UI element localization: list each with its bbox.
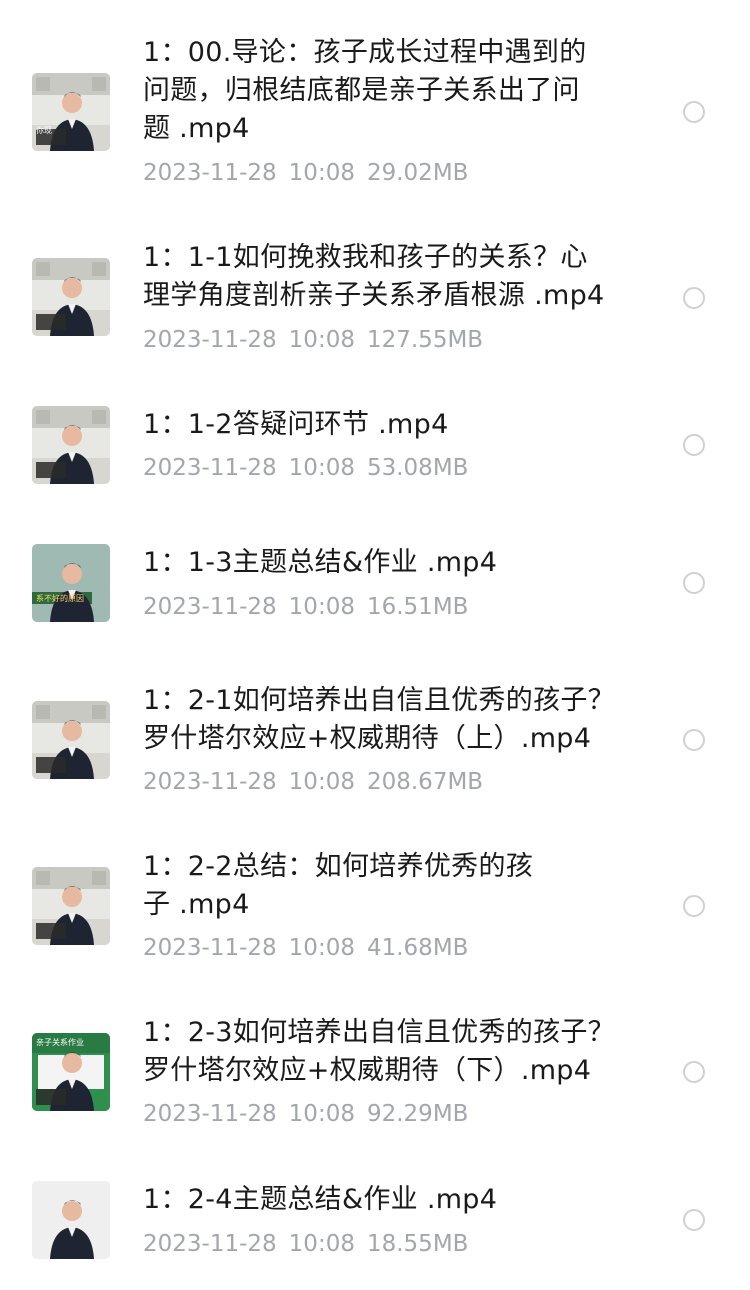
file-time: 10:08	[288, 1101, 355, 1127]
select-radio[interactable]	[683, 729, 705, 751]
file-size: 208.67MB	[366, 769, 484, 795]
file-meta: 2023-11-28 10:08 29.02MB	[143, 158, 468, 188]
file-time: 10:08	[288, 327, 355, 353]
file-time: 10:08	[288, 594, 355, 620]
file-meta: 2023-11-28 10:08 92.29MB	[143, 1099, 468, 1129]
thumbnail-caption: 系不好的原因	[36, 594, 84, 603]
file-size: 16.51MB	[366, 594, 469, 620]
file-name[interactable]: 1：2-1如何培养出自信且优秀的孩子？ 罗什塔尔效应+权威期待（上）.mp4	[143, 682, 643, 758]
file-date: 2023-11-28	[143, 1101, 277, 1127]
video-thumbnail[interactable]	[32, 701, 110, 779]
file-size: 92.29MB	[366, 1101, 469, 1127]
file-date: 2023-11-28	[143, 769, 277, 795]
file-name[interactable]: 1：1-2答疑问环节 .mp4	[143, 406, 643, 444]
file-time: 10:08	[288, 455, 355, 481]
video-thumbnail[interactable]	[32, 258, 110, 336]
select-radio[interactable]	[683, 101, 705, 123]
file-size: 18.55MB	[366, 1231, 469, 1257]
file-meta: 2023-11-28 10:08 41.68MB	[143, 933, 468, 963]
video-thumbnail[interactable]	[32, 1181, 110, 1259]
select-radio[interactable]	[683, 572, 705, 594]
file-date: 2023-11-28	[143, 327, 277, 353]
file-name[interactable]: 1：00.导论：孩子成长过程中遇到的 问题，归根结底都是亲子关系出了问 题 .m…	[143, 34, 643, 148]
file-meta: 2023-11-28 10:08 208.67MB	[143, 767, 483, 797]
video-thumbnail[interactable]	[32, 406, 110, 484]
file-time: 10:08	[288, 160, 355, 186]
file-name[interactable]: 1：1-1如何挽救我和孩子的关系？心 理学角度剖析亲子关系矛盾根源 .mp4	[143, 239, 643, 315]
file-date: 2023-11-28	[143, 455, 277, 481]
file-meta: 2023-11-28 10:08 127.55MB	[143, 325, 483, 355]
file-name[interactable]: 1：2-2总结：如何培养优秀的孩 子 .mp4	[143, 848, 643, 924]
file-meta: 2023-11-28 10:08 16.51MB	[143, 592, 468, 622]
select-radio[interactable]	[683, 287, 705, 309]
file-size: 29.02MB	[366, 160, 469, 186]
video-thumbnail[interactable]	[32, 867, 110, 945]
select-radio[interactable]	[683, 1209, 705, 1231]
file-date: 2023-11-28	[143, 594, 277, 620]
file-name[interactable]: 1：1-3主题总结&作业 .mp4	[143, 544, 643, 582]
file-name[interactable]: 1：2-4主题总结&作业 .mp4	[143, 1181, 643, 1219]
video-thumbnail[interactable]: 系不好的原因	[32, 544, 110, 622]
file-meta: 2023-11-28 10:08 53.08MB	[143, 453, 468, 483]
video-thumbnail[interactable]: 你现	[32, 73, 110, 151]
file-time: 10:08	[288, 935, 355, 961]
file-date: 2023-11-28	[143, 160, 277, 186]
file-size: 53.08MB	[366, 455, 469, 481]
file-time: 10:08	[288, 1231, 355, 1257]
file-time: 10:08	[288, 769, 355, 795]
select-radio[interactable]	[683, 895, 705, 917]
thumbnail-caption: 你现	[36, 126, 52, 135]
thumbnail-caption: 亲子关系作业	[36, 1038, 84, 1047]
file-size: 41.68MB	[366, 935, 469, 961]
file-date: 2023-11-28	[143, 1231, 277, 1257]
select-radio[interactable]	[683, 434, 705, 456]
file-meta: 2023-11-28 10:08 18.55MB	[143, 1229, 468, 1259]
file-date: 2023-11-28	[143, 935, 277, 961]
file-name[interactable]: 1：2-3如何培养出自信且优秀的孩子？ 罗什塔尔效应+权威期待（下）.mp4	[143, 1014, 643, 1090]
video-thumbnail[interactable]: 亲子关系作业	[32, 1033, 110, 1111]
select-radio[interactable]	[683, 1061, 705, 1083]
file-size: 127.55MB	[366, 327, 484, 353]
